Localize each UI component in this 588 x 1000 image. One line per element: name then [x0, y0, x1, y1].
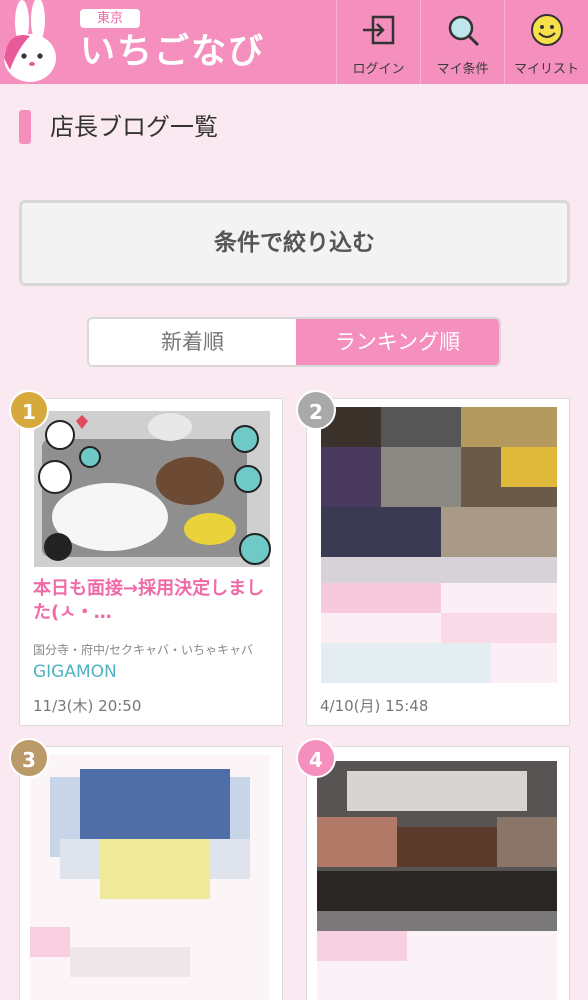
my-conditions-label: マイ条件 — [436, 62, 489, 77]
site-logo[interactable]: いちごなび — [80, 30, 265, 74]
smiley-icon — [531, 14, 563, 46]
login-icon — [363, 15, 395, 45]
my-list-label: マイリスト — [513, 62, 579, 77]
rank-badge-4: 4 — [296, 738, 336, 778]
blog-thumbnail[interactable] — [20, 399, 283, 571]
login-label: ログイン — [352, 62, 405, 77]
blog-area: 国分寺・府中/セクキャバ・いちゃキャバ — [33, 643, 254, 657]
sort-tabs: 新着順 ランキング順 — [87, 317, 501, 367]
filter-button[interactable]: 条件で絞り込む — [19, 200, 570, 286]
search-icon — [448, 15, 480, 47]
blog-thumbnail-pixelated[interactable] — [20, 747, 283, 1000]
shop-name[interactable]: GIGAMON — [33, 662, 117, 682]
my-conditions-button[interactable]: マイ条件 — [420, 0, 504, 84]
rabbit-mascot-icon — [4, 0, 56, 82]
region-tag[interactable]: 東京 — [80, 9, 140, 28]
post-date: 4/10(月) 15:48 — [320, 697, 429, 715]
rank-badge-3: 3 — [9, 738, 49, 778]
blog-card[interactable]: 本日も面接→採用決定しました(ㅅ・… 国分寺・府中/セクキャバ・いちゃキャバ G… — [19, 398, 283, 726]
rank-badge-1: 1 — [9, 390, 49, 430]
post-date: 11/3(木) 20:50 — [33, 697, 142, 715]
blog-title[interactable]: 本日も面接→採用決定しました(ㅅ・… — [33, 577, 273, 625]
my-list-button[interactable]: マイリスト — [504, 0, 588, 84]
page-title: 店長ブログ一覧 — [50, 113, 218, 141]
tab-newest[interactable]: 新着順 — [89, 319, 296, 365]
login-button[interactable]: ログイン — [336, 0, 420, 84]
title-accent-bar — [19, 110, 31, 144]
blog-card[interactable] — [19, 746, 283, 1000]
tab-ranking[interactable]: ランキング順 — [296, 319, 499, 365]
blog-card[interactable] — [306, 746, 570, 1000]
blog-thumbnail-pixelated[interactable] — [307, 399, 570, 689]
rank-badge-2: 2 — [296, 390, 336, 430]
blog-thumbnail-pixelated[interactable] — [307, 747, 570, 1000]
app-header: 東京 いちごなび ログイン マイ条件 マイリスト — [0, 0, 588, 84]
blog-card[interactable]: 4/10(月) 15:48 — [306, 398, 570, 726]
